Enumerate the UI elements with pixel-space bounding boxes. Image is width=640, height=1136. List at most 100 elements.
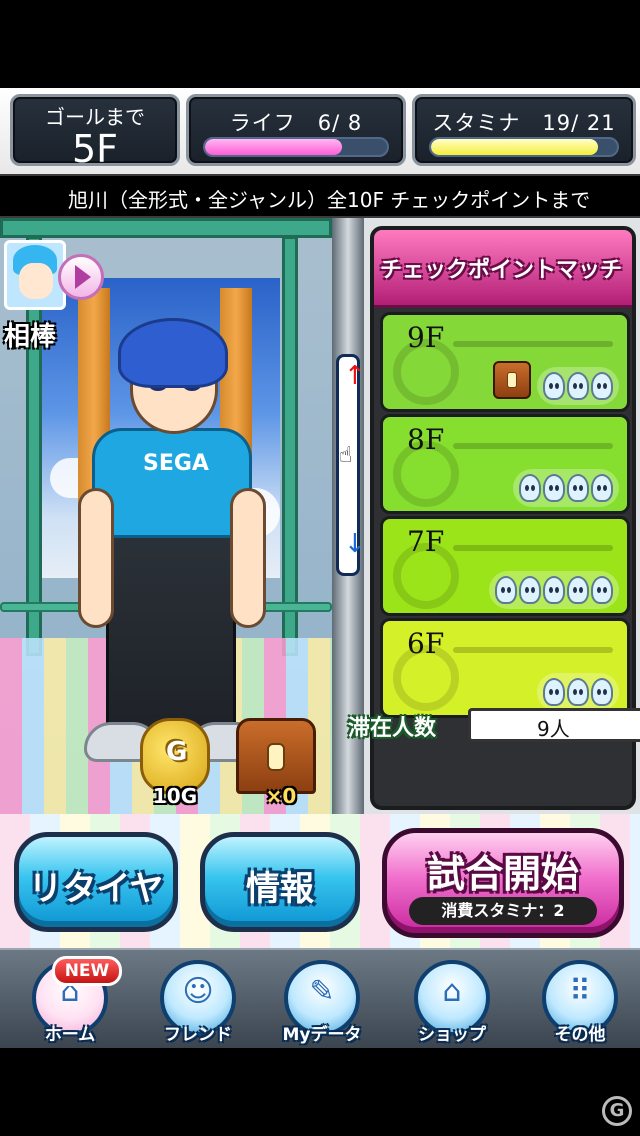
lock-icon — [267, 743, 285, 771]
other-glyph: ⠿ — [569, 974, 591, 1009]
info-button[interactable]: 情報 — [200, 832, 360, 932]
new-badge: NEW — [52, 956, 122, 986]
start-match-label: 試合開始 — [426, 852, 579, 896]
retire-button[interactable]: リタイヤ — [14, 832, 178, 932]
life-bar — [203, 137, 389, 157]
occupancy-label: 滞在人数 — [348, 716, 437, 741]
arrow-down-icon: ↓ — [344, 529, 366, 559]
stamina-bar — [429, 137, 619, 157]
nav-shop[interactable]: ⌂ ショップ — [404, 960, 500, 1046]
nav-mydata-label: Myデータ — [282, 1025, 362, 1045]
arrow-up-icon: ↑ — [344, 361, 366, 391]
floor-scrollbar[interactable]: ↑ ☝ ↓ — [336, 354, 366, 576]
gold-letter: G — [166, 737, 188, 767]
start-match-button[interactable]: 試合開始 消費スタミナ：2 — [382, 828, 624, 938]
player-face-icon — [495, 576, 517, 604]
chest-count: ×0 — [265, 784, 297, 808]
stamina-box: スタミナ 19/ 21 — [412, 94, 636, 166]
avatar-arm-right — [230, 488, 266, 628]
floor-row: 7F — [380, 516, 630, 616]
shop-glyph: ⌂ — [442, 974, 462, 1009]
avatar-hair — [118, 318, 228, 388]
floor-divider — [453, 545, 613, 551]
frame-top — [0, 218, 332, 238]
friend-glyph: ☺ — [182, 974, 214, 1009]
info-ticker: 旭川（全形式・全ジャンル）全10F チェックポイントまで — [0, 174, 640, 218]
floor-label: 7F — [407, 525, 445, 558]
floor-divider — [453, 443, 613, 449]
avatar-arm-left — [78, 488, 114, 628]
partner-button[interactable]: 相棒 — [0, 236, 106, 354]
nav-friend[interactable]: ☺ フレンド — [150, 960, 246, 1046]
info-label: 情報 — [246, 869, 314, 909]
stamina-bar-fill — [431, 139, 599, 155]
stamina-label: スタミナ 19/ 21 — [432, 111, 616, 135]
floor-label: 9F — [407, 321, 445, 354]
life-box: ライフ 6/ 8 — [186, 94, 406, 166]
frame-right — [282, 236, 298, 656]
player-face-icon — [567, 372, 589, 400]
floor-row: 9F — [380, 312, 630, 412]
player-face-icon — [519, 474, 541, 502]
avatar-shirt: SEGA — [92, 428, 252, 538]
goal-value: 5F — [71, 127, 119, 171]
player-face-icon — [543, 372, 565, 400]
life-bar-fill — [205, 139, 342, 155]
floor-label: 6F — [407, 627, 445, 660]
elevator-room: SEGA 相棒 G 10G ×0 — [0, 218, 332, 814]
player-group — [513, 469, 619, 507]
nav-home-label: ホーム — [44, 1025, 96, 1045]
player-group — [537, 367, 619, 405]
player-face-icon — [591, 576, 613, 604]
stamina-cost: 消費スタミナ：2 — [409, 897, 597, 925]
avatar-pants — [106, 534, 236, 734]
gold-bag-icon: G — [140, 718, 210, 794]
occupancy-value: 9人 — [537, 717, 570, 741]
action-bar: リタイヤ 情報 試合開始 消費スタミナ：2 — [0, 814, 640, 948]
nav-friend-label: フレンド — [164, 1025, 232, 1045]
gold-count: 10G — [152, 784, 198, 808]
treasure-chest-icon — [236, 718, 316, 794]
player-avatar[interactable]: SEGA — [70, 318, 266, 788]
partner-face — [19, 263, 53, 299]
partner-label: 相棒 — [4, 322, 57, 352]
mydata-glyph: ✎ — [309, 974, 335, 1009]
player-face-icon — [543, 474, 565, 502]
life-label: ライフ 6/ 8 — [229, 111, 363, 135]
player-face-icon — [567, 576, 589, 604]
stage: SEGA 相棒 G 10G ×0 ↑ ☝ ↓ チェックポイントマッチ 9F 8F… — [0, 218, 640, 814]
player-face-icon — [519, 576, 541, 604]
player-face-icon — [567, 678, 589, 706]
hand-pointer-icon: ☝ — [339, 443, 353, 468]
panel-title: チェックポイントマッチ — [374, 230, 632, 308]
floor-row: 6F — [380, 618, 630, 718]
retire-label: リタイヤ — [28, 869, 164, 909]
goal-label: ゴールまで — [45, 105, 145, 129]
ticker-text: 旭川（全形式・全ジャンル）全10F チェックポイントまで — [68, 188, 591, 212]
occupancy-value-box: 9人 — [468, 708, 640, 742]
floor-label: 8F — [407, 423, 445, 456]
nav-other[interactable]: ⠿ その他 — [532, 960, 628, 1046]
player-face-icon — [591, 372, 613, 400]
panel-title-text: チェックポイントマッチ — [380, 258, 623, 283]
occupancy-bar: 滞在人数 9人 — [348, 706, 640, 748]
lock-icon — [507, 372, 517, 388]
status-header: ゴールまで 5F ライフ 6/ 8 スタミナ 19/ 21 — [0, 88, 640, 174]
treasure-chest-icon — [493, 361, 531, 399]
player-face-icon — [591, 678, 613, 706]
goal-box: ゴールまで 5F — [10, 94, 180, 171]
nav-other-label: その他 — [554, 1025, 606, 1045]
player-face-icon — [543, 576, 565, 604]
nav-shop-label: ショップ — [418, 1025, 486, 1045]
shirt-logo: SEGA — [143, 451, 209, 476]
watermark-logo: G — [602, 1096, 632, 1126]
player-face-icon — [543, 678, 565, 706]
player-face-icon — [591, 474, 613, 502]
floor-divider — [453, 647, 613, 653]
chevron-right-icon — [58, 254, 104, 300]
floor-divider — [453, 341, 613, 347]
player-face-icon — [567, 474, 589, 502]
player-group — [489, 571, 619, 609]
nav-mydata[interactable]: ✎ Myデータ — [274, 960, 370, 1046]
partner-portrait — [4, 240, 66, 310]
